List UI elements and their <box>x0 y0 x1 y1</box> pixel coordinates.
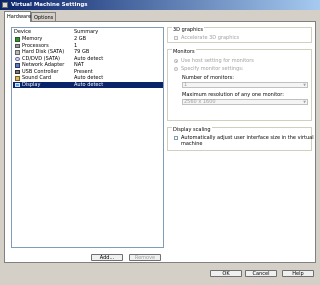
vm-settings-app-icon <box>2 2 8 8</box>
display-icon <box>15 82 20 87</box>
tab-hardware[interactable]: Hardware <box>4 11 31 22</box>
display-scaling-group: Display scaling Automatically adjust use… <box>167 127 314 151</box>
help-button-label: Help <box>292 271 304 277</box>
monitors-group-title: Monitors <box>172 49 196 55</box>
accelerate-3d-checkbox[interactable] <box>174 36 178 40</box>
device-column-header[interactable]: Device <box>14 29 31 35</box>
max-resolution-value: 2560 x 1600 <box>184 99 216 105</box>
cancel-button[interactable]: Cancel <box>245 270 277 277</box>
chevron-down-icon: ▼ <box>303 83 306 87</box>
ok-button[interactable]: OK <box>210 270 242 277</box>
auto-adjust-ui-checkbox[interactable] <box>174 136 178 140</box>
add-device-button-label: Add... <box>99 255 115 261</box>
help-button[interactable]: Help <box>282 270 314 277</box>
use-host-setting-radio[interactable] <box>174 59 178 63</box>
device-summary: Auto detect <box>74 81 104 88</box>
hardware-tab-page: Device Summary Memory 2 GB Processors 1 … <box>4 21 316 263</box>
max-resolution-label: Maximum resolution of any one monitor: <box>182 92 284 98</box>
sound-card-icon <box>15 76 20 81</box>
usb-controller-icon <box>15 69 20 74</box>
memory-icon <box>15 37 20 42</box>
summary-column-header[interactable]: Summary <box>74 29 98 35</box>
device-row-display[interactable]: Display Auto detect <box>13 81 163 88</box>
device-name: Display <box>22 81 41 88</box>
graphics-3d-group-title: 3D graphics <box>172 27 204 33</box>
number-of-monitors-value: 1 <box>184 82 188 88</box>
cd-dvd-icon <box>15 56 20 61</box>
device-list[interactable]: Device Summary Memory 2 GB Processors 1 … <box>11 27 164 248</box>
accelerate-3d-label: Accelerate 3D graphics <box>181 35 240 41</box>
display-scaling-group-title: Display scaling <box>172 127 212 133</box>
device-list-panel: Device Summary Memory 2 GB Processors 1 … <box>11 27 164 271</box>
title-bar: Virtual Machine Settings <box>0 0 320 10</box>
remove-device-button-label: Remove <box>134 255 156 261</box>
specify-monitor-label: Specify monitor settings: <box>181 66 244 72</box>
specify-monitor-radio[interactable] <box>174 67 178 71</box>
number-of-monitors-select[interactable]: 1 ▼ <box>182 82 308 88</box>
auto-adjust-ui-label-line2: machine <box>181 141 203 147</box>
chevron-down-icon: ▼ <box>303 100 306 104</box>
use-host-setting-label: Use host setting for monitors <box>181 58 254 64</box>
ok-button-label: OK <box>222 271 230 277</box>
graphics-3d-group: 3D graphics Accelerate 3D graphics <box>167 27 312 43</box>
processor-icon <box>15 43 20 48</box>
number-of-monitors-label: Number of monitors: <box>182 75 234 81</box>
cancel-button-label: Cancel <box>252 271 270 277</box>
add-device-button[interactable]: Add... <box>91 254 123 261</box>
max-resolution-select[interactable]: 2560 x 1600 ▼ <box>182 99 308 105</box>
remove-device-button[interactable]: Remove <box>129 254 161 261</box>
network-adapter-icon <box>15 63 20 68</box>
window-title: Virtual Machine Settings <box>11 2 88 8</box>
monitors-group: Monitors Use host setting for monitors S… <box>167 49 312 121</box>
hard-disk-icon <box>15 50 20 55</box>
